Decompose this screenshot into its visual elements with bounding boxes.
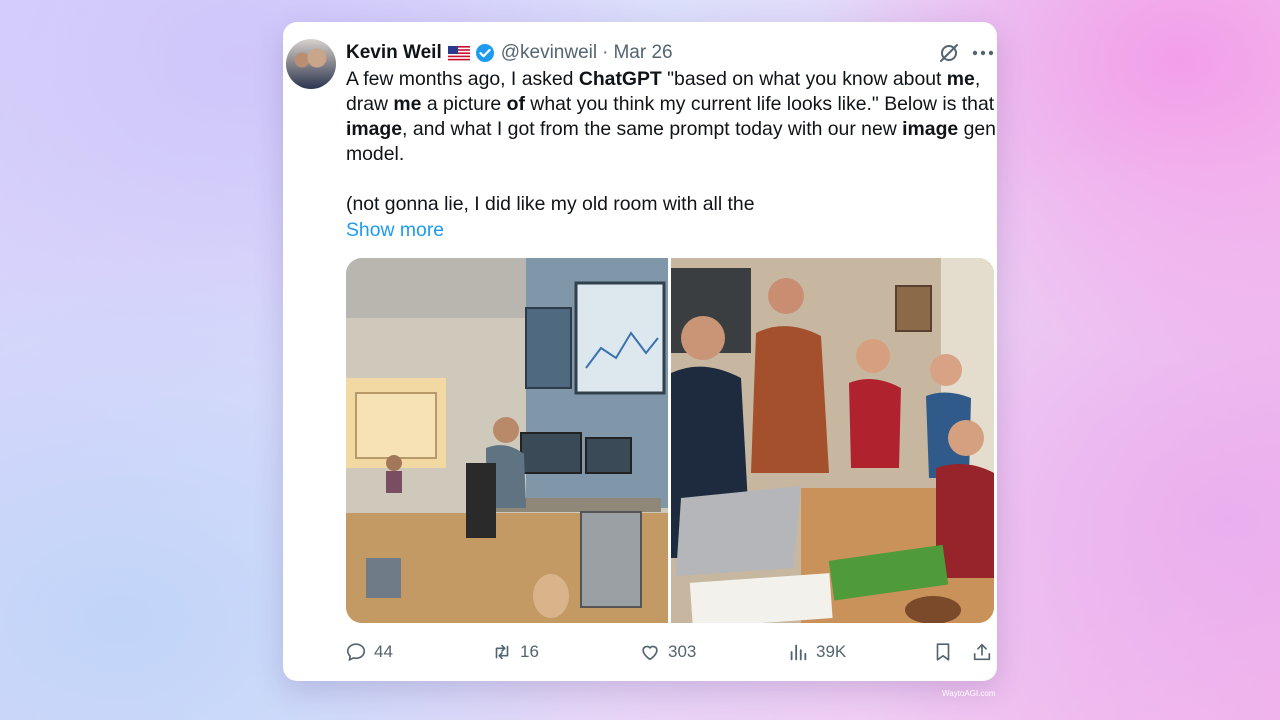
like-button[interactable]: 303 bbox=[639, 639, 696, 665]
more-icon[interactable] bbox=[972, 50, 994, 56]
retweet-count: 16 bbox=[520, 642, 539, 661]
tweet-text-line: image, and what I got from the same prom… bbox=[346, 118, 996, 140]
retweet-button[interactable]: 16 bbox=[491, 639, 539, 665]
author-name[interactable]: Kevin Weil bbox=[346, 42, 442, 64]
tweet-text-blank bbox=[346, 167, 996, 192]
illustrated-office-scene bbox=[346, 258, 668, 623]
media-image-illustrated-office[interactable] bbox=[346, 258, 668, 623]
share-icon bbox=[973, 643, 991, 661]
views-button[interactable]: 39K bbox=[787, 639, 846, 665]
share-button[interactable] bbox=[971, 639, 993, 665]
views-count: 39K bbox=[816, 642, 847, 661]
grok-icon[interactable] bbox=[938, 42, 960, 64]
reply-icon bbox=[346, 643, 366, 662]
tweet-actions: 44 16 303 39K bbox=[343, 639, 993, 665]
views-chart-icon bbox=[790, 644, 807, 661]
avatar[interactable] bbox=[286, 39, 336, 89]
tweet-text-line: model. bbox=[346, 143, 405, 165]
like-count: 303 bbox=[668, 642, 697, 661]
verified-badge-icon bbox=[475, 43, 495, 63]
show-more-link[interactable]: Show more bbox=[346, 218, 444, 243]
watermark: WaytoAGI.com bbox=[942, 689, 996, 698]
tweet-date[interactable]: Mar 26 bbox=[613, 42, 672, 64]
author-handle[interactable]: @kevinweil bbox=[501, 42, 597, 64]
reply-button[interactable]: 44 bbox=[345, 639, 393, 665]
bookmark-button[interactable] bbox=[932, 639, 954, 665]
bookmark-icon bbox=[936, 643, 950, 661]
separator: · bbox=[602, 42, 609, 63]
media-image-family-photo[interactable] bbox=[671, 258, 994, 623]
tweet-header: Kevin Weil @kevinweil · Mar 26 bbox=[346, 42, 673, 64]
tweet-text-line: A few months ago, I asked ChatGPT "based… bbox=[346, 68, 981, 90]
tweet-text: A few months ago, I asked ChatGPT "based… bbox=[346, 67, 996, 217]
us-flag-icon bbox=[447, 45, 470, 61]
tweet-text-line: draw me a picture of what you think my c… bbox=[346, 93, 995, 115]
tweet-text-line: (not gonna lie, I did like my old room w… bbox=[346, 193, 755, 215]
heart-icon bbox=[642, 645, 658, 661]
tweet-card[interactable]: Kevin Weil @kevinweil · Mar 26 A few mon… bbox=[283, 22, 997, 681]
tweet-media bbox=[346, 258, 994, 623]
reply-count: 44 bbox=[374, 642, 393, 661]
family-photo-scene bbox=[671, 258, 994, 623]
retweet-icon bbox=[495, 644, 509, 660]
